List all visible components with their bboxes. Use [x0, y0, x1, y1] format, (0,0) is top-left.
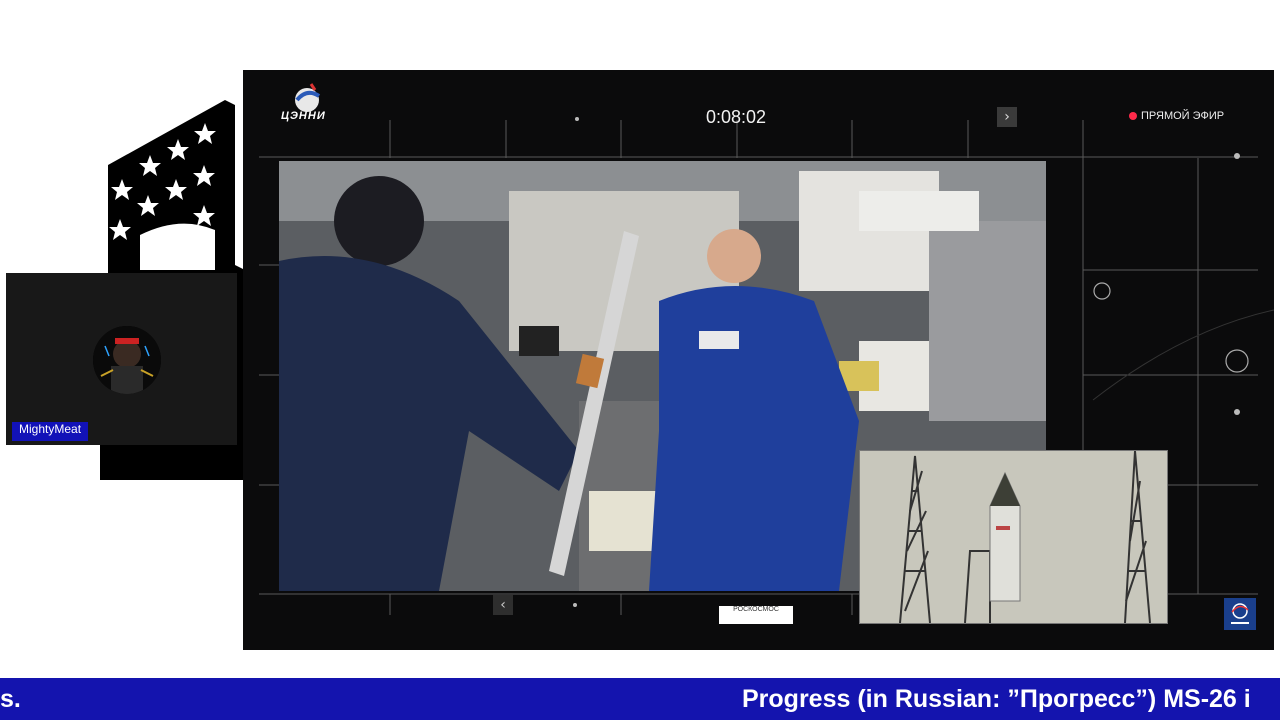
launch-pad-inset [859, 450, 1168, 624]
webcam-panel: MightyMeat [6, 273, 237, 445]
ticker-text-left: s. [0, 685, 21, 713]
chevron-left-icon[interactable]: ‹ [493, 595, 513, 615]
roscosmos-logo-icon [1224, 598, 1256, 630]
news-ticker: s. Progress (in Russian: ”Прогресс”) MS-… [0, 678, 1280, 720]
live-dot-icon [1129, 112, 1137, 120]
live-indicator: ПРЯМОЙ ЭФИР [1129, 110, 1224, 122]
username-label: MightyMeat [12, 422, 89, 441]
chevron-right-icon[interactable]: › [997, 107, 1017, 127]
caption-badge: РОСКОСМОС [719, 606, 793, 624]
live-label: ПРЯМОЙ ЭФИР [1141, 110, 1225, 122]
broadcast-timer: 0:08:02 [706, 107, 767, 127]
broadcast-video[interactable]: ЦЭННИ 0:08:02 › ПРЯМОЙ ЭФИР ‹ РОСКОСМОС [243, 70, 1274, 650]
avatar [93, 326, 161, 394]
ticker-text-right: Progress (in Russian: ”Прогресс”) MS-26 … [742, 685, 1251, 713]
brand-label: ЦЭННИ [281, 110, 326, 122]
